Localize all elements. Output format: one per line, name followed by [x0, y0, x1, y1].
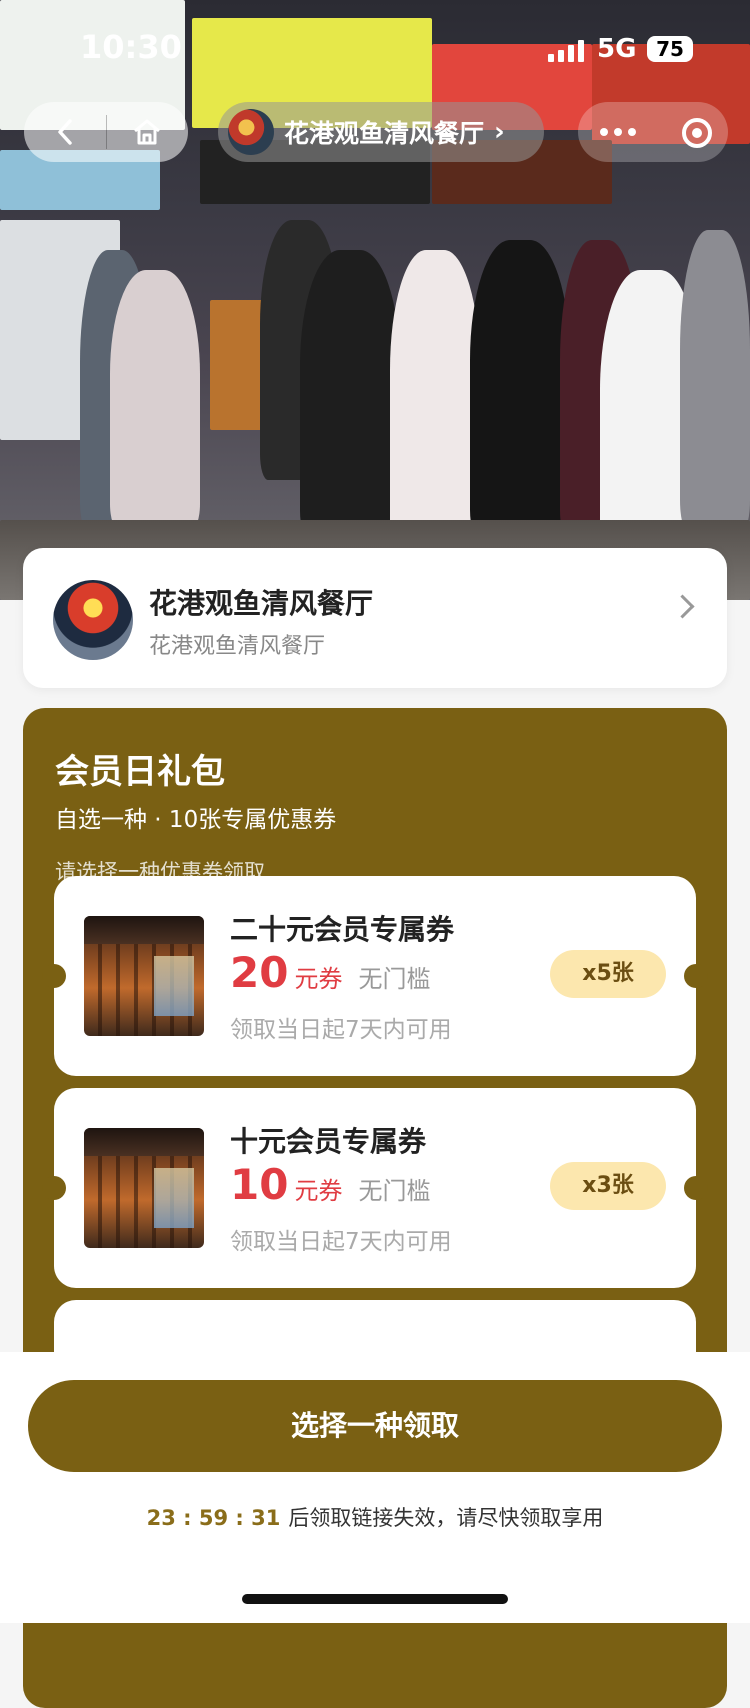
store-avatar [228, 109, 274, 155]
chevron-right-icon [670, 594, 695, 619]
countdown-timer: 23 : 59 : 31 [146, 1506, 281, 1530]
coupon-unit: 元券 [294, 965, 343, 993]
chevron-right-icon: › [494, 117, 505, 147]
coupon-name: 二十元会员专属券 [230, 913, 455, 946]
store-capsule[interactable]: 花港观鱼清风餐厅 › [218, 102, 544, 162]
home-indicator[interactable] [242, 1594, 508, 1604]
coupon-validity: 领取当日起7天内可用 [230, 1229, 452, 1255]
back-icon [58, 119, 72, 145]
coupon-validity: 领取当日起7天内可用 [230, 1017, 452, 1043]
home-icon [134, 119, 161, 145]
coupon-threshold: 无门槛 [358, 1177, 431, 1205]
coupon-threshold: 无门槛 [358, 965, 431, 993]
coupon-name: 十元会员专属券 [230, 1125, 427, 1158]
close-icon[interactable] [682, 118, 712, 148]
miniprogram-menu [578, 102, 728, 162]
claim-button[interactable]: 选择一种领取 [28, 1380, 722, 1472]
more-icon[interactable] [600, 128, 636, 136]
coupon-amount: 20 [230, 948, 289, 997]
home-button[interactable] [107, 102, 189, 162]
battery-icon: 75 [647, 36, 693, 62]
network-type: 5G [597, 34, 637, 64]
store-photo [0, 0, 750, 600]
coupon-card[interactable]: 十元会员专属券 10 元券 无门槛 领取当日起7天内可用 x3张 [42, 1088, 708, 1288]
store-logo [53, 580, 133, 660]
countdown-notice: 23 : 59 : 31 后领取链接失效，请尽快领取享用 [0, 1502, 750, 1532]
coupon-quantity-badge: x5张 [550, 950, 666, 998]
store-name: 花港观鱼清风餐厅 [149, 587, 374, 620]
coupon-quantity-badge: x3张 [550, 1162, 666, 1210]
bottom-action-bar: 选择一种领取 23 : 59 : 31 后领取链接失效，请尽快领取享用 [0, 1352, 750, 1623]
signal-icon [548, 40, 588, 62]
pack-title: 会员日礼包 [55, 752, 225, 792]
coupon-unit: 元券 [294, 1177, 343, 1205]
coupon-card[interactable]: 二十元会员专属券 20 元券 无门槛 领取当日起7天内可用 x5张 [42, 876, 708, 1076]
coupon-thumbnail [84, 1128, 204, 1248]
nav-capsule [24, 102, 188, 162]
pack-description: 自选一种 · 10张专属优惠券 [55, 807, 337, 833]
status-bar: 10:30 5G 75 [0, 0, 750, 90]
clock: 10:30 [80, 28, 182, 66]
store-capsule-name: 花港观鱼清风餐厅 [284, 119, 485, 148]
store-info-card[interactable]: 花港观鱼清风餐厅 花港观鱼清风餐厅 [23, 548, 727, 688]
coupon-thumbnail [84, 916, 204, 1036]
store-subtitle: 花港观鱼清风餐厅 [149, 634, 326, 659]
countdown-text: 后领取链接失效，请尽快领取享用 [288, 1506, 604, 1530]
coupon-amount: 10 [230, 1160, 289, 1209]
back-button[interactable] [24, 102, 106, 162]
